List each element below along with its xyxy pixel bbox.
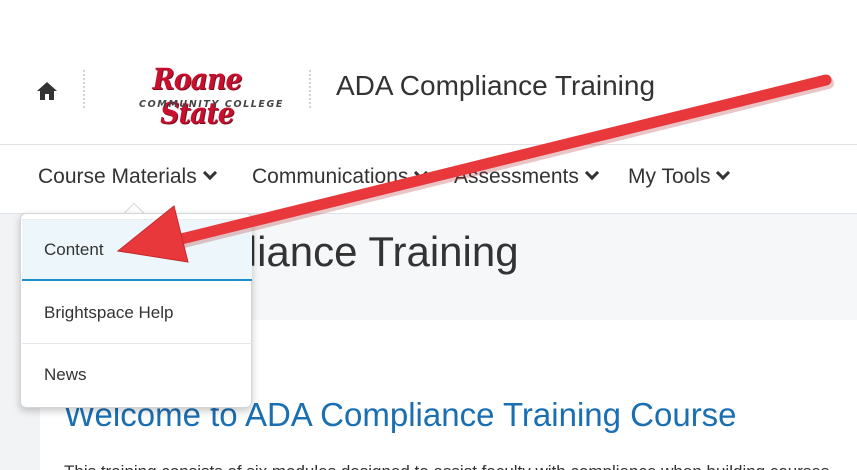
nav-course-materials[interactable]: Course Materials: [38, 165, 217, 189]
header-divider: [83, 70, 85, 108]
roane-state-logo[interactable]: Roane State COMMUNITY COLLEGE: [108, 62, 286, 130]
logo-subtitle: COMMUNITY COLLEGE: [139, 99, 284, 110]
course-title[interactable]: ADA Compliance Training: [336, 70, 655, 102]
nav-assessments[interactable]: Assessments: [454, 165, 599, 189]
header-divider: [309, 70, 311, 108]
logo-wordmark: Roane State: [152, 62, 242, 130]
nav-label: Communications: [252, 165, 409, 188]
dropdown-item-content[interactable]: Content: [22, 219, 252, 281]
dropdown-item-label: Content: [44, 239, 104, 259]
site-header: Roane State COMMUNITY COLLEGE ADA Compli…: [0, 0, 857, 144]
chevron-down-icon: [584, 165, 599, 181]
dropdown-item-label: News: [44, 365, 87, 384]
nav-my-tools[interactable]: My Tools: [628, 165, 731, 189]
chevron-down-icon: [202, 165, 217, 181]
dropdown-item-news[interactable]: News: [22, 344, 252, 406]
home-icon[interactable]: [36, 80, 58, 102]
dropdown-item-label: Brightspace Help: [44, 302, 174, 322]
dropdown-item-brightspace-help[interactable]: Brightspace Help: [22, 282, 252, 344]
welcome-body-text: This training consists of six modules de…: [64, 462, 844, 470]
course-navbar: Course Materials Communications Assessme…: [0, 144, 857, 214]
chevron-down-icon: [716, 165, 731, 181]
nav-label: My Tools: [628, 165, 711, 188]
nav-label: Assessments: [454, 165, 579, 188]
nav-communications[interactable]: Communications: [252, 165, 429, 189]
chevron-down-icon: [414, 165, 429, 181]
course-materials-dropdown: Content Brightspace Help News: [20, 213, 252, 408]
nav-label: Course Materials: [38, 165, 197, 188]
